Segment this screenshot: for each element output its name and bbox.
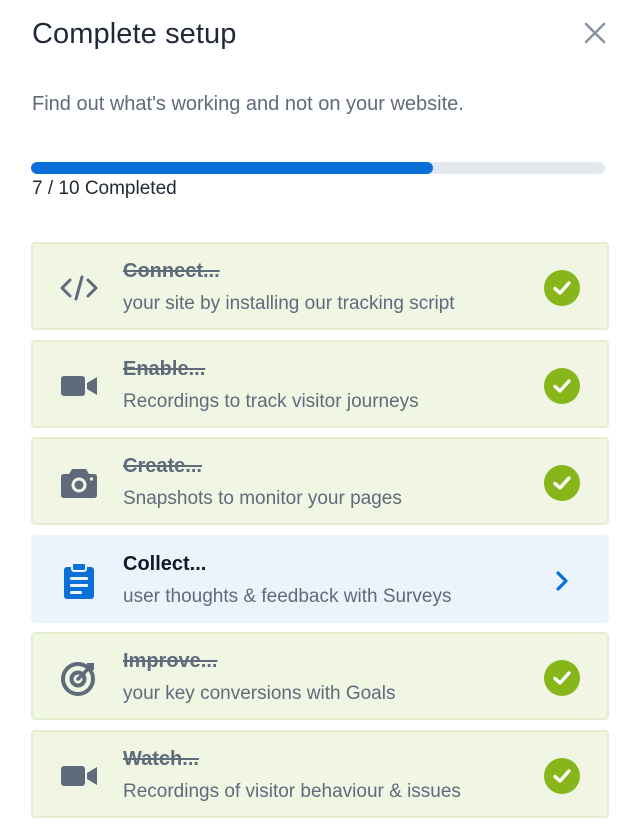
progress-label: 7 / 10 Completed [32,178,177,199]
chevron-right-icon [543,562,581,600]
panel-subtitle: Find out what's working and not on your … [32,93,464,115]
camera-icon [59,463,99,503]
close-icon [584,22,606,44]
task-connect[interactable]: Connect... your site by installing our t… [31,242,609,330]
task-title: Create... [123,455,202,477]
check-circle-icon [544,270,580,306]
task-title: Improve... [123,650,218,672]
progress-bar [31,162,605,174]
check-circle-icon [544,367,580,404]
video-camera-icon [59,756,99,796]
task-enable[interactable]: Enable... Recordings to track visitor jo… [31,339,609,428]
target-icon [59,658,99,698]
progress-fill [31,162,433,174]
task-create[interactable]: Create... Snapshots to monitor your page… [31,437,609,525]
check-circle-icon [544,465,580,501]
completed-status [543,464,581,502]
task-description: Recordings of visitor behaviour & issues [123,780,461,802]
check-circle-icon [544,660,580,696]
task-title: Collect... [123,552,207,575]
check-circle-icon [544,757,580,794]
task-description: Snapshots to monitor your pages [123,488,402,509]
completed-status [543,659,581,697]
setup-panel: Complete setup Find out what's working a… [0,0,636,828]
completed-status [543,757,581,795]
task-list: Connect... your site by installing our t… [31,242,609,827]
task-description: user thoughts & feedback with Surveys [123,585,452,607]
completed-status [543,367,581,405]
task-title: Enable... [123,357,206,380]
task-description: your key conversions with Goals [123,683,396,704]
close-button[interactable] [578,16,612,50]
task-title: Watch... [123,747,199,770]
task-collect[interactable]: Collect... user thoughts & feedback with… [31,534,609,623]
task-improve[interactable]: Improve... your key conversions with Goa… [31,632,609,720]
code-icon [59,268,99,308]
task-title: Connect... [123,260,220,282]
completed-status [543,269,581,307]
task-description: your site by installing our tracking scr… [123,293,455,314]
task-description: Recordings to track visitor journeys [123,390,419,412]
panel-title: Complete setup [32,18,237,50]
video-camera-icon [59,366,99,406]
task-watch[interactable]: Watch... Recordings of visitor behaviour… [31,729,609,818]
clipboard-icon [59,561,99,601]
